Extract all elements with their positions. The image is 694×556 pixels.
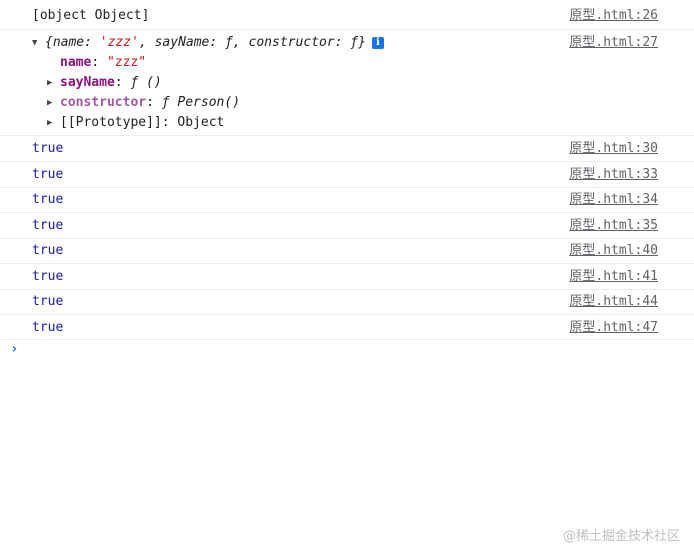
property-value: Object xyxy=(177,115,225,130)
source-link[interactable]: 原型.html:41 xyxy=(569,268,658,286)
console-entry: true 原型.html:44 xyxy=(0,290,694,315)
property-value: ƒ Person() xyxy=(161,95,241,110)
property-key: sayName xyxy=(60,75,115,90)
console-entry: true 原型.html:35 xyxy=(0,213,694,238)
log-text: [object Object] xyxy=(32,8,150,23)
console-entry: true 原型.html:30 xyxy=(0,136,694,161)
property-key: constructor xyxy=(60,95,147,110)
console-entry: true 原型.html:33 xyxy=(0,162,694,187)
expand-triangle-icon[interactable]: ▶ xyxy=(47,114,52,132)
console-entry: true 原型.html:34 xyxy=(0,188,694,213)
console-entry: true 原型.html:40 xyxy=(0,239,694,264)
source-link[interactable]: 原型.html:35 xyxy=(569,217,658,235)
source-link[interactable]: 原型.html:44 xyxy=(569,293,658,311)
log-value: true xyxy=(32,269,64,284)
source-link[interactable]: 原型.html:33 xyxy=(569,166,658,184)
property-row[interactable]: sayName: ƒ () xyxy=(60,74,162,92)
property-row: name: "zzz" xyxy=(60,54,146,72)
log-value: true xyxy=(32,294,64,309)
log-value: true xyxy=(32,320,64,335)
property-key: name xyxy=(60,55,92,70)
source-link[interactable]: 原型.html:40 xyxy=(569,242,658,260)
log-value: true xyxy=(32,141,64,156)
watermark: @稀土掘金技术社区 xyxy=(562,529,680,544)
log-value: true xyxy=(32,192,64,207)
divider xyxy=(0,339,694,340)
log-value: true xyxy=(32,218,64,233)
source-link[interactable]: 原型.html:27 xyxy=(569,34,658,52)
summary-key: sayName xyxy=(154,35,210,50)
object-summary[interactable]: {name: 'zzz', sayName: ƒ, constructor: ƒ… xyxy=(45,34,384,52)
info-icon[interactable]: i xyxy=(371,37,384,49)
summary-value: ƒ xyxy=(225,35,233,50)
console-entry: true 原型.html:47 xyxy=(0,315,694,339)
expand-triangle-icon[interactable]: ▶ xyxy=(47,74,52,92)
log-value: true xyxy=(32,167,64,182)
brace-open: { xyxy=(45,35,53,50)
brace-close: } xyxy=(358,35,366,50)
property-row[interactable]: constructor: ƒ Person() xyxy=(60,94,240,112)
summary-value: 'zzz' xyxy=(99,35,139,50)
source-link[interactable]: 原型.html:47 xyxy=(569,319,658,337)
summary-key: constructor xyxy=(248,35,335,50)
log-value: true xyxy=(32,243,64,258)
property-separator: : xyxy=(161,115,178,130)
console-entry: true 原型.html:41 xyxy=(0,264,694,289)
collapse-triangle-icon[interactable]: ▼ xyxy=(32,34,37,52)
console-entry-object: ▼ {name: 'zzz', sayName: ƒ, constructor:… xyxy=(0,30,694,135)
console-entry: [object Object] 原型.html:26 xyxy=(0,0,694,30)
property-separator: : xyxy=(91,55,107,70)
property-value: "zzz" xyxy=(106,55,147,70)
property-value: ƒ () xyxy=(130,75,162,90)
source-link[interactable]: 原型.html:30 xyxy=(569,140,658,158)
source-link[interactable]: 原型.html:34 xyxy=(569,191,658,209)
property-row[interactable]: [[Prototype]]: Object xyxy=(60,114,224,132)
expand-triangle-icon[interactable]: ▶ xyxy=(47,94,52,112)
property-separator: : xyxy=(114,75,131,90)
summary-key: name xyxy=(52,35,85,50)
property-key: [[Prototype]] xyxy=(60,115,162,130)
console-prompt-icon[interactable]: › xyxy=(10,341,18,357)
summary-value: ƒ xyxy=(350,35,359,50)
property-separator: : xyxy=(146,95,162,110)
source-link[interactable]: 原型.html:26 xyxy=(569,7,658,25)
